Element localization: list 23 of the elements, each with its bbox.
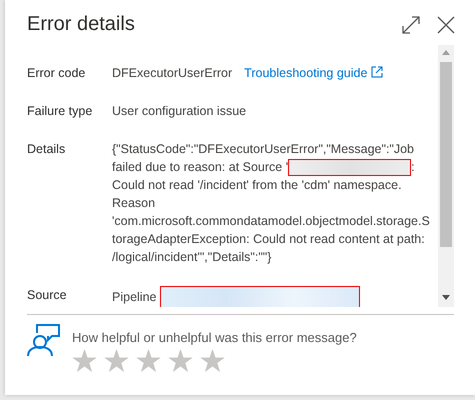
star-icon[interactable] <box>200 349 225 373</box>
field-value: User configuration issue <box>112 104 246 118</box>
field-value: DFExecutorUserError <box>112 66 232 80</box>
field-label: Source <box>27 287 68 304</box>
star-icon[interactable] <box>104 349 129 373</box>
feedback-question: How helpful or unhelpful was this error message? <box>72 329 357 347</box>
scrollbar[interactable] <box>438 45 454 307</box>
star-icon[interactable] <box>168 349 193 373</box>
scroll-down-icon[interactable] <box>442 295 450 300</box>
scroll-up-icon[interactable] <box>442 50 450 55</box>
field-label: Details <box>27 141 66 158</box>
external-link-icon <box>370 66 383 78</box>
field-label: Failure type <box>27 103 94 120</box>
feedback-icon <box>27 324 60 357</box>
troubleshooting-link[interactable]: Troubleshooting guide <box>244 66 383 80</box>
field-label: Error code <box>27 65 86 82</box>
star-rating[interactable] <box>72 349 225 373</box>
star-icon[interactable] <box>72 349 97 373</box>
star-icon[interactable] <box>136 349 161 373</box>
field-value: {"StatusCode":"DFExecutorUserError","Message":"Job failed due to reason: at Source ' : Could not read '/incident' from the 'cdm' namespace. Reason 'com.microsoft.commondatamodel.objectmodel.storage.StorageAdapterException: Could not read content at path: /logical/incident'","Details":""} <box>112 142 430 264</box>
field-value: Pipeline <box>112 290 360 304</box>
expand-icon[interactable] <box>401 15 421 35</box>
panel-title: Error details <box>27 12 135 36</box>
